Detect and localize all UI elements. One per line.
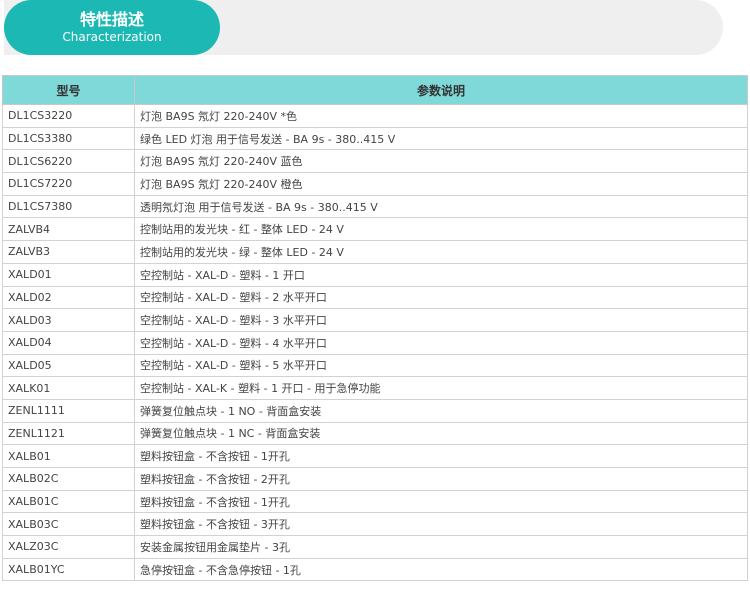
table-row: XALD02 空控制站 - XAL-D - 塑料 - 2 水平开口 <box>2 285 748 310</box>
table-row: ZALVB3 控制站用的发光块 - 绿 - 整体 LED - 24 V <box>2 240 748 264</box>
table-row: XALB01YC 急停按钮盒 - 不含急停按钮 - 1孔 <box>2 557 748 582</box>
table-row: DL1CS7380 透明氖灯泡 用于信号发送 - BA 9s - 380..415… <box>2 194 748 219</box>
table-row: DL1CS7220 灯泡 BA9S 氖灯 220-240V 橙色 <box>2 172 748 196</box>
column-header-model: 型号 <box>2 75 135 105</box>
table-row: XALB02C 塑料按钮盒 - 不含按钮 - 2开孔 <box>2 467 748 491</box>
section-title: 特性描述 <box>79 10 144 29</box>
model-cell: XALB02C <box>2 467 135 491</box>
spec-table: 型号 参数说明 DL1CS3220 灯泡 BA9S 氖灯 220-240V *色 D… <box>2 75 748 582</box>
model-cell: XALB03C <box>2 512 135 537</box>
description-cell: 控制站用的发光块 - 绿 - 整体 LED - 24 V <box>134 240 748 264</box>
table-row: XALK01 空控制站 - XAL-K - 塑料 - 1 开口 - 用于急停功能 <box>2 376 748 400</box>
model-cell: DL1CS6220 <box>2 149 135 174</box>
model-cell: DL1CS7220 <box>2 172 135 196</box>
table-row: DL1CS6220 灯泡 BA9S 氖灯 220-240V 蓝色 <box>2 149 748 174</box>
table-row: DL1CS3220 灯泡 BA9S 氖灯 220-240V *色 <box>2 104 748 128</box>
description-cell: 弹簧复位触点块 - 1 NC - 背面盒安装 <box>134 421 748 446</box>
model-cell: XALD02 <box>2 285 135 310</box>
model-cell: XALB01 <box>2 444 135 468</box>
model-cell: XALD01 <box>2 262 135 287</box>
description-cell: 透明氖灯泡 用于信号发送 - BA 9s - 380..415 V <box>134 194 748 219</box>
table-row: ZENL1121 弹簧复位触点块 - 1 NC - 背面盒安装 <box>2 421 748 446</box>
description-cell: 灯泡 BA9S 氖灯 220-240V *色 <box>134 104 748 128</box>
description-cell: 安装金属按钮用金属垫片 - 3孔 <box>134 535 748 559</box>
model-cell: XALB01C <box>2 489 135 514</box>
description-cell: 弹簧复位触点块 - 1 NO - 背面盒安装 <box>134 398 748 423</box>
model-cell: DL1CS7380 <box>2 194 135 219</box>
model-cell: DL1CS3220 <box>2 104 135 128</box>
description-cell: 空控制站 - XAL-D - 塑料 - 4 水平开口 <box>134 330 748 355</box>
description-cell: 塑料按钮盒 - 不含按钮 - 3开孔 <box>134 512 748 537</box>
model-cell: XALB01YC <box>2 557 135 582</box>
model-cell: XALZ03C <box>2 535 135 559</box>
model-cell: XALD05 <box>2 353 135 378</box>
description-cell: 空控制站 - XAL-D - 塑料 - 3 水平开口 <box>134 308 748 332</box>
table-row: XALD03 空控制站 - XAL-D - 塑料 - 3 水平开口 <box>2 308 748 332</box>
model-cell: DL1CS3380 <box>2 126 135 151</box>
table-row: XALB01C 塑料按钮盒 - 不含按钮 - 1开孔 <box>2 489 748 514</box>
model-cell: ZENL1111 <box>2 398 135 423</box>
description-cell: 控制站用的发光块 - 红 - 整体 LED - 24 V <box>134 217 748 242</box>
description-cell: 塑料按钮盒 - 不含按钮 - 1开孔 <box>134 444 748 468</box>
table-row: XALD01 空控制站 - XAL-D - 塑料 - 1 开口 <box>2 262 748 287</box>
column-header-description: 参数说明 <box>134 75 748 105</box>
table-row: ZENL1111 弹簧复位触点块 - 1 NO - 背面盒安装 <box>2 398 748 423</box>
description-cell: 空控制站 - XAL-D - 塑料 - 1 开口 <box>134 262 748 287</box>
description-cell: 塑料按钮盒 - 不含按钮 - 2开孔 <box>134 467 748 491</box>
description-cell: 绿色 LED 灯泡 用于信号发送 - BA 9s - 380..415 V <box>134 126 748 151</box>
model-cell: ZALVB4 <box>2 217 135 242</box>
model-cell: XALD03 <box>2 308 135 332</box>
table-row: XALD04 空控制站 - XAL-D - 塑料 - 4 水平开口 <box>2 330 748 355</box>
table-row: XALB03C 塑料按钮盒 - 不含按钮 - 3开孔 <box>2 512 748 537</box>
model-cell: ZENL1121 <box>2 421 135 446</box>
table-row: XALZ03C 安装金属按钮用金属垫片 - 3孔 <box>2 535 748 559</box>
description-cell: 灯泡 BA9S 氖灯 220-240V 橙色 <box>134 172 748 196</box>
description-cell: 塑料按钮盒 - 不含按钮 - 1开孔 <box>134 489 748 514</box>
description-cell: 空控制站 - XAL-D - 塑料 - 2 水平开口 <box>134 285 748 310</box>
model-cell: XALK01 <box>2 376 135 400</box>
description-cell: 急停按钮盒 - 不含急停按钮 - 1孔 <box>134 557 748 582</box>
table-row: XALB01 塑料按钮盒 - 不含按钮 - 1开孔 <box>2 444 748 468</box>
table-row: XALD05 空控制站 - XAL-D - 塑料 - 5 水平开口 <box>2 353 748 378</box>
description-cell: 灯泡 BA9S 氖灯 220-240V 蓝色 <box>134 149 748 174</box>
table-body: DL1CS3220 灯泡 BA9S 氖灯 220-240V *色 DL1CS3380… <box>2 104 748 582</box>
model-cell: ZALVB3 <box>2 240 135 264</box>
section-subtitle: Characterization <box>62 30 162 44</box>
section-title-badge: 特性描述 Characterization <box>4 0 220 55</box>
table-row: DL1CS3380 绿色 LED 灯泡 用于信号发送 - BA 9s - 380.… <box>2 126 748 151</box>
description-cell: 空控制站 - XAL-K - 塑料 - 1 开口 - 用于急停功能 <box>134 376 748 400</box>
table-header-row: 型号 参数说明 <box>2 75 748 105</box>
description-cell: 空控制站 - XAL-D - 塑料 - 5 水平开口 <box>134 353 748 378</box>
table-row: ZALVB4 控制站用的发光块 - 红 - 整体 LED - 24 V <box>2 217 748 242</box>
model-cell: XALD04 <box>2 330 135 355</box>
